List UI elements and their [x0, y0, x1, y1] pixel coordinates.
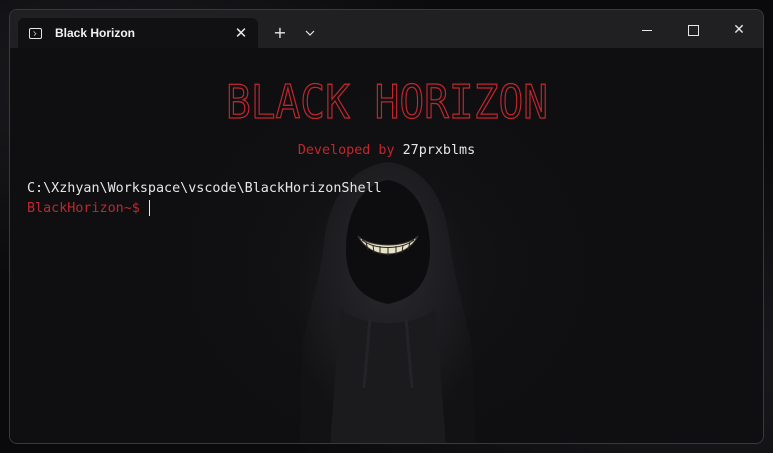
tab-title: Black Horizon: [55, 26, 136, 40]
current-directory: C:\Xzhyan\Workspace\vscode\BlackHorizonS…: [27, 181, 382, 196]
command-prompt[interactable]: BlackHorizon~$: [27, 200, 150, 216]
minimize-button[interactable]: [624, 18, 670, 42]
terminal-window: Black Horizon ✕ + ✕ BLACK HORIZON Develo…: [9, 9, 764, 444]
title-bar[interactable]: Black Horizon ✕ + ✕: [10, 10, 763, 48]
banner-title: BLACK HORIZON: [225, 74, 548, 126]
hooded-figure-artwork: [300, 162, 476, 443]
ascii-banner: BLACK HORIZON: [10, 74, 763, 126]
tab-black-horizon[interactable]: Black Horizon ✕: [18, 18, 258, 48]
close-tab-button[interactable]: ✕: [232, 24, 250, 42]
developed-by-label: Developed by: [297, 143, 403, 158]
maximize-button[interactable]: [670, 18, 716, 42]
maximize-icon: [687, 24, 699, 36]
minimize-icon: [642, 29, 652, 31]
tab-dropdown-button[interactable]: [298, 21, 322, 45]
banner-text: BLACK HORIZON: [226, 75, 548, 126]
new-tab-button[interactable]: +: [268, 21, 292, 45]
chevron-down-icon: [305, 30, 315, 36]
close-window-button[interactable]: ✕: [716, 18, 762, 42]
text-cursor: [148, 200, 150, 216]
developer-name: 27prxblms: [402, 143, 476, 158]
terminal-area[interactable]: BLACK HORIZON Developed by 27prxblms C:\…: [10, 48, 763, 443]
developer-credit: Developed by 27prxblms: [10, 143, 763, 158]
prompt-label: BlackHorizon~$: [27, 200, 140, 216]
terminal-icon: [29, 27, 42, 39]
